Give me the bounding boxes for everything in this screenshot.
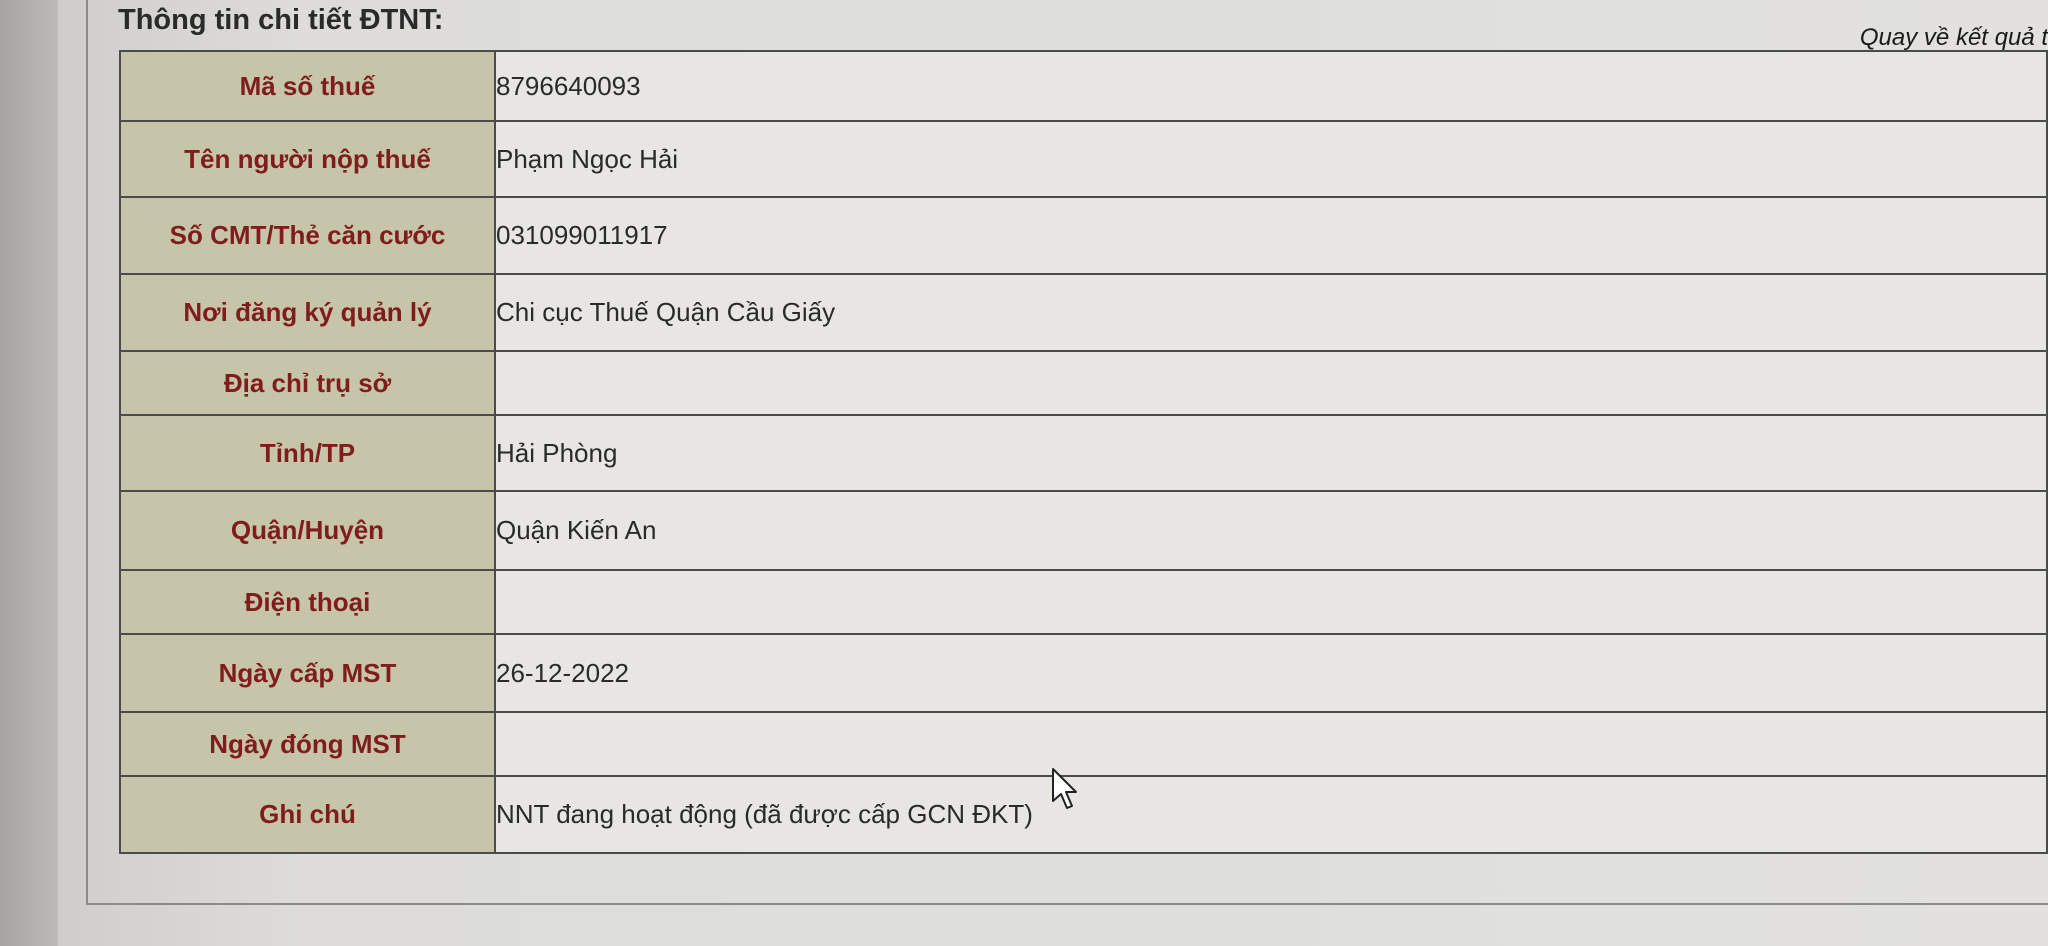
table-row: Ngày cấp MST 26-12-2022 <box>119 633 2048 713</box>
label-district: Quận/Huyện <box>119 490 496 571</box>
value-phone <box>494 569 2048 635</box>
value-tax-code: 8796640093 <box>494 50 2048 122</box>
table-row: Quận/Huyện Quận Kiến An <box>119 490 2048 571</box>
page-title: Thông tin chi tiết ĐTNT: <box>118 4 444 36</box>
label-registration-office: Nơi đăng ký quản lý <box>119 273 496 352</box>
table-row: Nơi đăng ký quản lý Chi cục Thuế Quận Cầ… <box>119 273 2048 352</box>
value-note: NNT đang hoạt động (đã được cấp GCN ĐKT) <box>494 775 2048 854</box>
label-tax-code-close-date: Ngày đóng MST <box>119 711 496 777</box>
mouse-pointer-icon <box>1052 768 1077 809</box>
label-note: Ghi chú <box>119 775 496 854</box>
label-taxpayer-name: Tên người nộp thuế <box>119 120 496 198</box>
back-to-results-link[interactable]: Quay về kết quả t <box>1860 24 2048 52</box>
label-province: Tỉnh/TP <box>119 414 496 492</box>
table-row: Số CMT/Thẻ căn cước 031099011917 <box>119 196 2048 275</box>
table-row: Điện thoại <box>119 569 2048 635</box>
table-row: Ghi chú NNT đang hoạt động (đã được cấp … <box>119 775 2048 854</box>
table-row: Tỉnh/TP Hải Phòng <box>119 414 2048 492</box>
value-province: Hải Phòng <box>494 414 2048 492</box>
table-row: Mã số thuế 8796640093 <box>119 50 2048 122</box>
value-district: Quận Kiến An <box>494 490 2048 571</box>
value-id-card: 031099011917 <box>494 196 2048 275</box>
table-row: Ngày đóng MST <box>119 711 2048 777</box>
label-head-office-address: Địa chỉ trụ sở <box>119 350 496 416</box>
label-tax-code-issue-date: Ngày cấp MST <box>119 633 496 713</box>
label-tax-code: Mã số thuế <box>119 50 496 122</box>
value-tax-code-close-date <box>494 711 2048 777</box>
label-id-card: Số CMT/Thẻ căn cước <box>119 196 496 275</box>
label-phone: Điện thoại <box>119 569 496 635</box>
screen: Thông tin chi tiết ĐTNT: Quay về kết quả… <box>0 0 2048 946</box>
value-tax-code-issue-date: 26-12-2022 <box>494 633 2048 713</box>
table-row: Địa chỉ trụ sở <box>119 350 2048 416</box>
taxpayer-detail-table: Mã số thuế 8796640093 Tên người nộp thuế… <box>119 50 2048 854</box>
left-bezel <box>0 0 58 946</box>
value-head-office-address <box>494 350 2048 416</box>
value-registration-office: Chi cục Thuế Quận Cầu Giấy <box>494 273 2048 352</box>
table-row: Tên người nộp thuế Phạm Ngọc Hải <box>119 120 2048 198</box>
value-taxpayer-name: Phạm Ngọc Hải <box>494 120 2048 198</box>
